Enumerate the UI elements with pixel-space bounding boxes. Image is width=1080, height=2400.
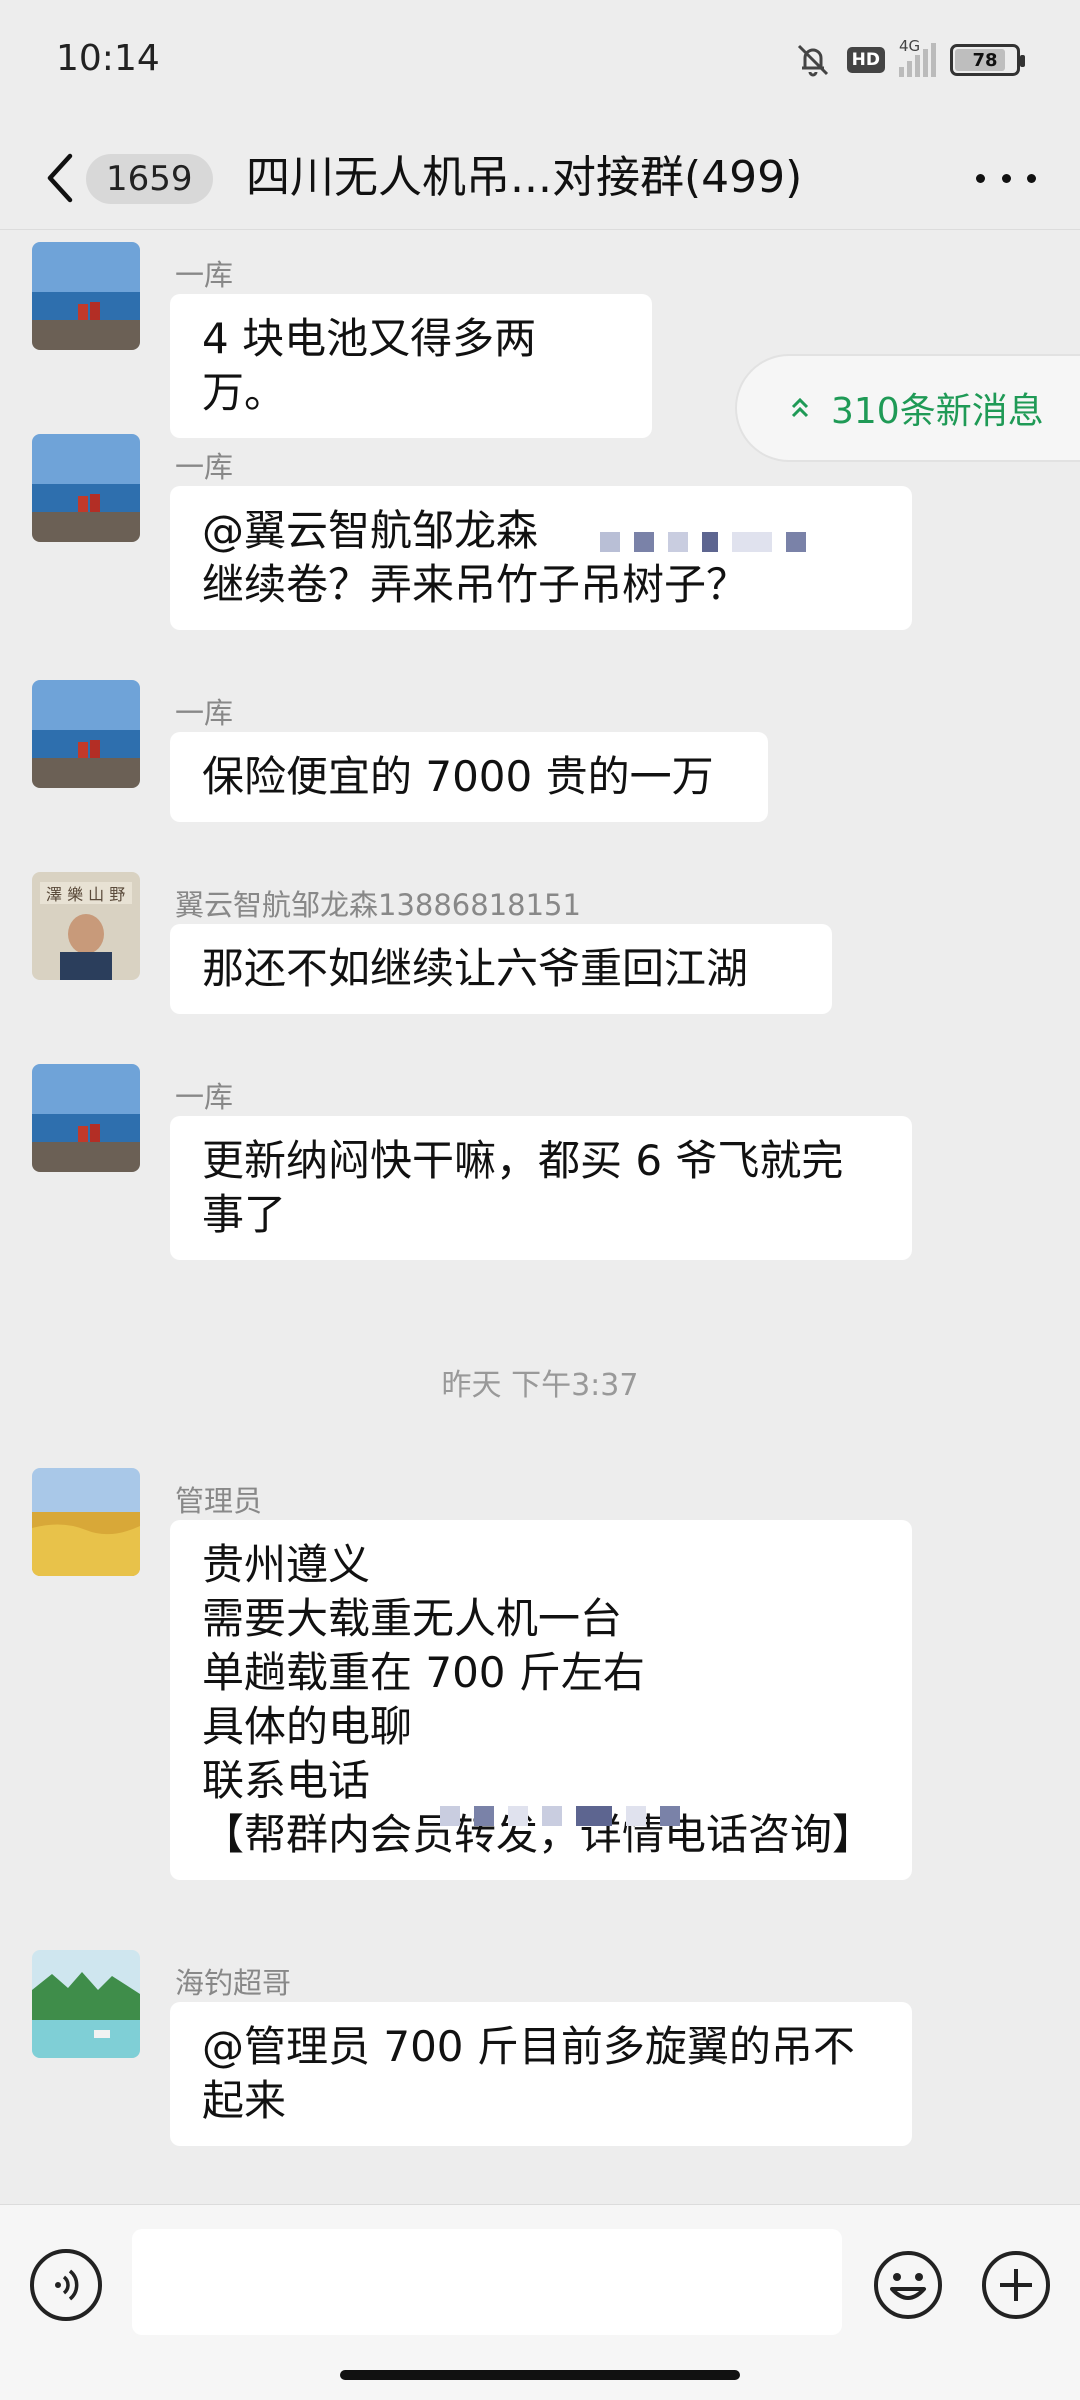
message-bubble[interactable]: @翼云智航邹龙森 继续卷？弄来吊竹子吊树子？ [170,486,912,630]
message-bubble[interactable]: 贵州遵义 需要大载重无人机一台 单趟载重在 700 斤左右 具体的电聊 联系电话… [170,1520,912,1880]
message-bubble[interactable]: 那还不如继续让六爷重回江湖 [170,924,832,1014]
back-icon[interactable] [40,148,80,208]
sender-name: 一库 [175,450,234,484]
message-input[interactable] [132,2229,842,2335]
battery-icon: 78 [950,44,1025,76]
sender-name: 管理员 [175,1484,263,1518]
message-bubble[interactable]: @管理员 700 斤目前多旋翼的吊不 起来 [170,2002,912,2146]
mute-bell-icon [797,44,828,77]
time-separator: 昨天 下午3:37 [441,1368,639,1403]
new-messages-label: 310条新消息 [831,391,1044,432]
message-bubble[interactable]: 4 块电池又得多两万。 [170,294,652,438]
redacted-text [440,1806,680,1826]
avatar[interactable] [32,1950,140,2058]
status-bar: 10:14 HD 4G 78 [0,0,1080,126]
redacted-text [600,532,806,552]
voice-input-button[interactable] [30,2249,102,2321]
svg-text:澤 樂 山 野: 澤 樂 山 野 [46,885,125,904]
status-time: 10:14 [56,38,160,79]
home-indicator[interactable] [340,2370,740,2380]
signal-icon: 4G [899,37,936,77]
plus-icon[interactable] [980,2249,1052,2321]
chat-header: 1659 四川无人机吊...对接群(499) [0,126,1080,230]
avatar[interactable] [32,1064,140,1172]
sender-name: 一库 [175,696,234,730]
message-bubble[interactable]: 保险便宜的 7000 贵的一万 [170,732,768,822]
sender-name: 一库 [175,1080,234,1114]
battery-level: 78 [972,49,998,71]
voice-icon [55,2269,79,2301]
status-icons: HD 4G 78 [793,37,1025,80]
avatar[interactable] [32,242,140,350]
avatar[interactable]: 澤 樂 山 野 [32,872,140,980]
hd-icon: HD [846,47,885,73]
avatar[interactable] [32,434,140,542]
sender-name: 海钓超哥 [175,1966,292,2000]
network-type: 4G [899,37,921,55]
emoji-icon[interactable] [872,2249,944,2321]
new-messages-button[interactable]: 310条新消息 [735,354,1080,462]
unread-count-badge[interactable]: 1659 [86,154,213,204]
message-bubble[interactable]: 更新纳闷快干嘛，都买 6 爷飞就完 事了 [170,1116,912,1260]
more-options-icon[interactable] [976,166,1036,190]
avatar[interactable] [32,680,140,788]
sender-name: 一库 [175,258,234,292]
sender-name: 翼云智航邹龙森13886818151 [175,888,581,922]
avatar[interactable] [32,1468,140,1576]
double-chevron-up-icon [791,397,809,418]
chat-title: 四川无人机吊...对接群(499) [246,152,803,203]
